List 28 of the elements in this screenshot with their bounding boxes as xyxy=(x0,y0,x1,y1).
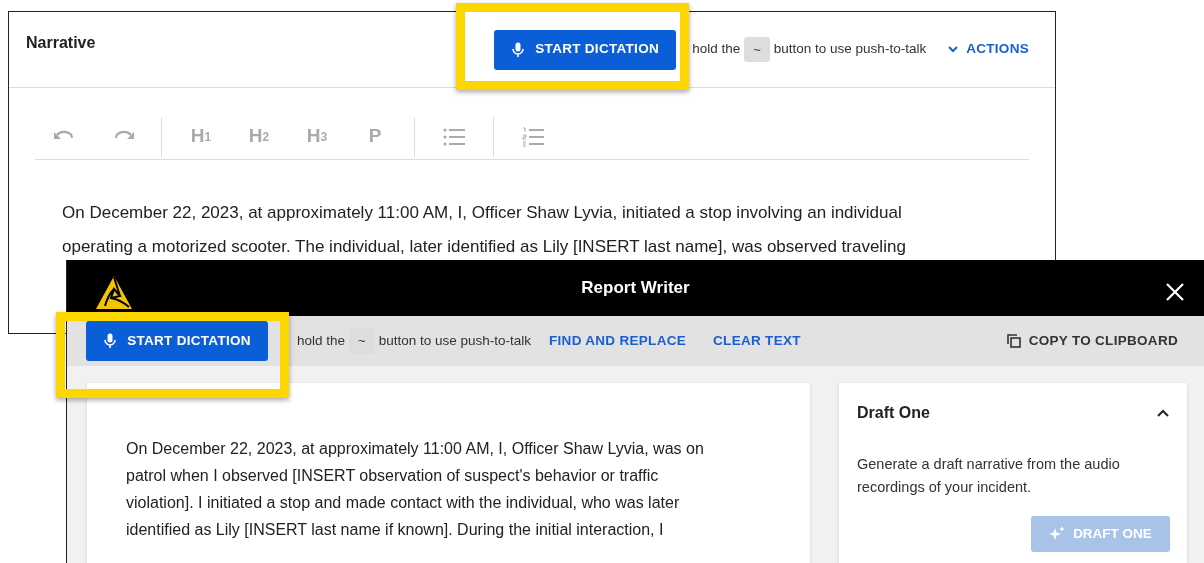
narrative-paragraph: On December 22, 2023, at approximately 11:00 AM, I, Officer Shaw Lyvia, initiated a stop involving an individual operating a motorized scooter. The individual, later identified as Lily [INSERT last name], was observed traveling xyxy=(62,202,906,258)
hint-text: button to use push-to-talk xyxy=(773,40,927,59)
window-title: Report Writer xyxy=(581,277,690,300)
sparkle-icon xyxy=(1049,526,1066,542)
start-dictation-button[interactable]: START DICTATION xyxy=(494,29,677,70)
chevron-down-icon xyxy=(948,46,959,53)
copy-to-clipboard-button[interactable]: COPY TO CLIPBOARD xyxy=(1006,331,1178,352)
panel-title: Draft One xyxy=(857,403,930,423)
panel-description: Generate a draft narrative from the audio recordings of your incident. xyxy=(857,455,1121,497)
actions-button[interactable]: ACTIONS xyxy=(948,39,1029,60)
logo-icon xyxy=(95,275,133,311)
copy-icon xyxy=(1006,334,1021,349)
chevron-up-icon xyxy=(1157,409,1169,417)
microphone-icon xyxy=(103,333,118,350)
hint-text: hold the xyxy=(692,40,741,59)
toolbar-link[interactable]: CLEAR TEXT xyxy=(713,331,801,352)
close-button[interactable] xyxy=(1166,283,1184,301)
hint-text: button to use push-to-talk xyxy=(378,332,531,351)
panel-title: Narrative xyxy=(26,33,96,53)
key-badge: ~ xyxy=(744,36,770,63)
narrative-paragraph: On December 22, 2023, at approximately 11:00 AM, I, Officer Shaw Lyvia, was on patrol when I observed [INSERT observation of suspect's behavior or traffic violation]. I initiated a stop and made contact with the individual, who was later identified as Lily [INSERT last name if known]. During the initial interaction, I xyxy=(126,439,705,540)
start-dictation-button[interactable]: START DICTATION xyxy=(86,321,268,362)
close-icon xyxy=(1166,283,1184,301)
toolbar-link[interactable]: FIND AND REPLACE xyxy=(549,331,687,352)
hint-text: hold the xyxy=(297,332,346,351)
collapse-toggle[interactable] xyxy=(1157,409,1169,417)
key-badge: ~ xyxy=(349,328,375,354)
microphone-icon xyxy=(511,41,526,58)
